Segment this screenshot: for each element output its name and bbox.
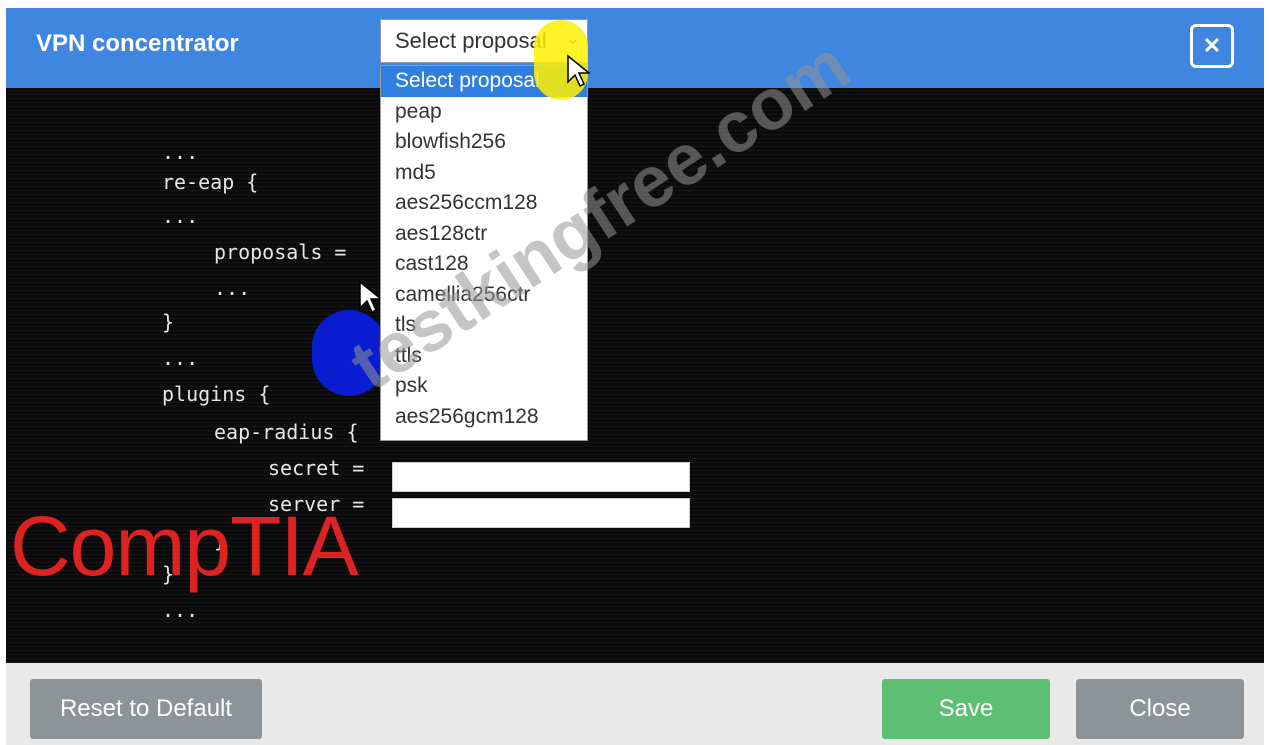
proposal-option[interactable]: aes128ctr [381,219,587,250]
proposal-option[interactable]: blowfish256 [381,127,587,158]
proposal-option[interactable]: aes256gcm128 [381,402,587,433]
proposal-option[interactable]: psk [381,371,587,402]
code-line: proposals = [214,240,347,264]
proposal-option[interactable]: ttls [381,341,587,372]
config-editor: ... re-eap { ... proposals = ... } ... p… [6,88,1264,663]
code-line: } [162,562,175,586]
code-line: ... [162,204,199,228]
secret-input[interactable] [392,462,690,492]
close-icon[interactable]: ✕ [1190,24,1234,68]
proposal-dropdown-list: Select proposal peap blowfish256 md5 aes… [380,65,588,441]
proposal-option[interactable]: cast128 [381,249,587,280]
click-highlight [312,310,386,396]
code-line: ... [162,346,199,370]
proposal-select-value: Select proposal [395,28,547,53]
code-line: ... [162,140,199,164]
titlebar: VPN concentrator Select proposal ⌄ ✕ [6,8,1264,88]
server-input[interactable] [392,498,690,528]
code-line: secret = [268,456,365,480]
close-button[interactable]: Close [1076,679,1244,739]
save-button[interactable]: Save [882,679,1050,739]
reset-to-default-button[interactable]: Reset to Default [30,679,262,739]
mouse-pointer-icon [567,54,592,88]
proposal-option[interactable]: aes256ccm128 [381,188,587,219]
code-line: ... [162,598,199,622]
code-line: plugins { [162,382,271,406]
code-line: ... [214,276,251,300]
code-line: server = [268,492,365,516]
dialog-title: VPN concentrator [36,30,239,57]
proposal-option[interactable]: camellia256ctr [381,280,587,311]
code-line: re-eap { [162,170,259,194]
proposal-option[interactable]: md5 [381,158,587,189]
code-line: } [162,310,175,334]
code-line: } [214,528,227,552]
code-line: eap-radius { [214,420,359,444]
proposal-option[interactable]: peap [381,97,587,128]
proposal-option[interactable]: tls [381,310,587,341]
vpn-concentrator-dialog: VPN concentrator Select proposal ⌄ ✕ ...… [6,8,1264,745]
